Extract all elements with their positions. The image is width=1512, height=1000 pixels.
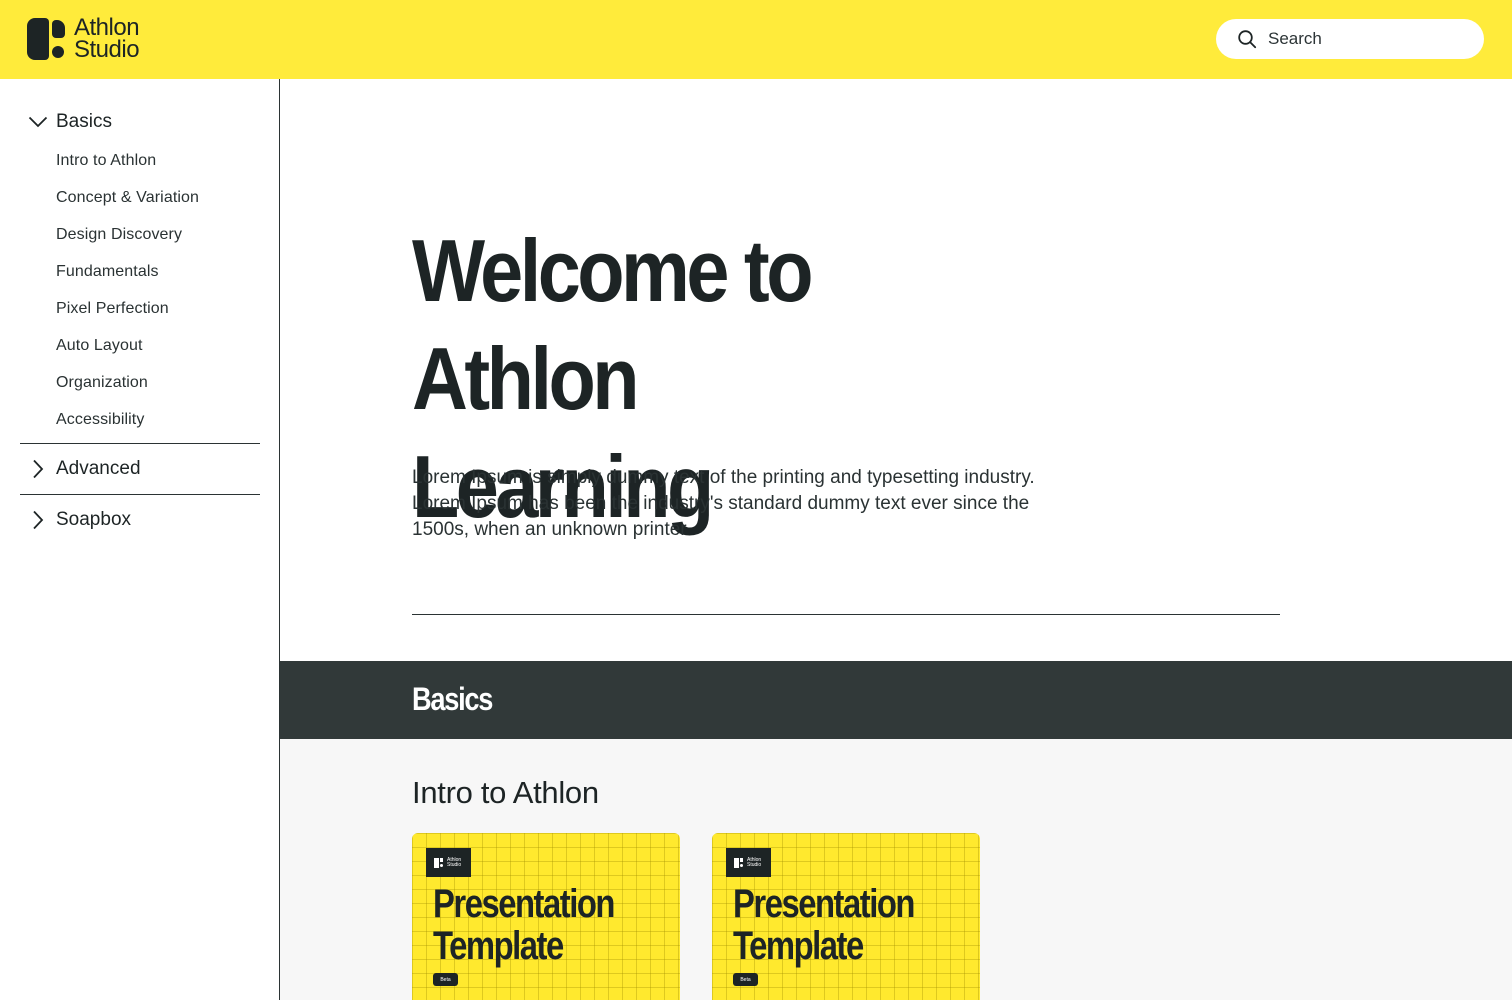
chevron-right-icon [20,456,56,482]
card-badge-text: Athlon Studio [447,856,462,868]
presentation-template-card[interactable]: Athlon Studio Presentation Template Beta [412,833,680,1000]
intro-line-2: Lorem Ipsum has been the industry's stan… [412,493,1030,514]
section-header-basics: Basics [280,661,1512,739]
card-tag: Beta [733,973,758,986]
sidebar-group-basics[interactable]: Basics [20,109,260,135]
sidebar-item-design-discovery[interactable]: Design Discovery [56,226,182,244]
logo-line-2: Studio [74,36,140,63]
card-title: Presentation Template [433,882,615,968]
card-tag: Beta [433,973,458,986]
logo-text: Athlon Studio [74,16,140,63]
search-icon [1237,29,1257,49]
page-title-line-1: Welcome to Athlon [412,221,813,428]
sidebar-item-intro-to-athlon[interactable]: Intro to Athlon [56,152,156,170]
sidebar-item-concept-variation[interactable]: Concept & Variation [56,189,199,207]
sidebar-group-label: Basics [56,111,112,132]
main-content: Welcome to Athlon Learning Lorem Ipsum i… [280,79,1512,1000]
section-content: Intro to Athlon Athlon Studio Presentati… [280,739,1512,1000]
sidebar-item-auto-layout[interactable]: Auto Layout [56,337,143,355]
logo-mark-icon [27,18,65,60]
card-title: Presentation Template [733,882,915,968]
sidebar-item-pixel-perfection[interactable]: Pixel Perfection [56,300,169,318]
hero-divider [412,614,1280,615]
card-title-line-2: Template [433,924,564,968]
sidebar-item-fundamentals[interactable]: Fundamentals [56,263,159,281]
card-title-line-1: Presentation [433,882,615,926]
intro-paragraph: Lorem Ipsum is simply dummy text of the … [412,465,1102,543]
sidebar-divider [20,443,260,444]
intro-line-1: Lorem Ipsum is simply dummy text of the … [412,467,1035,488]
card-logo-badge: Athlon Studio [726,848,771,877]
sidebar-item-organization[interactable]: Organization [56,374,148,392]
chevron-down-icon [20,109,56,135]
sidebar-divider [20,494,260,495]
athlon-studio-logo[interactable]: Athlon Studio [27,16,140,63]
sidebar-group-label: Advanced [56,458,141,479]
card-title-line-1: Presentation [733,882,915,926]
section-title: Basics [412,681,493,717]
search-placeholder: Search [1268,29,1322,48]
sidebar-item-accessibility[interactable]: Accessibility [56,411,144,429]
card-logo-badge: Athlon Studio [426,848,471,877]
logo-mark-icon [434,857,443,868]
chevron-right-icon [20,507,56,533]
intro-line-3: 1500s, when an unknown printer [412,519,687,540]
subsection-title: Intro to Athlon [412,775,599,810]
logo-mark-icon [734,857,743,868]
top-bar: Athlon Studio Search [0,0,1512,79]
sidebar-nav: Basics Intro to Athlon Concept & Variati… [0,79,280,1000]
presentation-template-card[interactable]: Athlon Studio Presentation Template Beta [712,833,980,1000]
search-input[interactable]: Search [1216,19,1484,59]
sidebar-group-advanced[interactable]: Advanced [20,456,260,482]
sidebar-group-soapbox[interactable]: Soapbox [20,507,260,533]
card-title-line-2: Template [733,924,864,968]
sidebar-group-label: Soapbox [56,509,132,530]
card-badge-text: Athlon Studio [747,856,762,868]
